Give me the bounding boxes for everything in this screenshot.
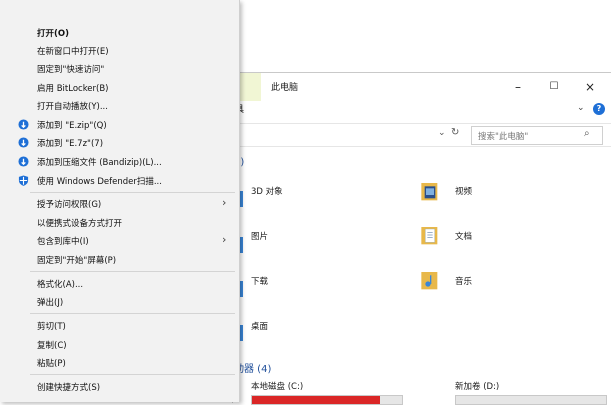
submenu-arrow-icon: ›	[222, 233, 227, 246]
music-folder-icon	[421, 272, 438, 290]
search-placeholder: 搜索"此电脑"	[478, 132, 529, 142]
refresh-icon[interactable]: ↻	[451, 127, 459, 138]
drive-d-usage-bar	[455, 395, 607, 405]
menu-item-label: 固定到"快速访问"	[37, 65, 105, 75]
menu-item-label: 以便携式设备方式打开	[37, 219, 123, 229]
title-bar[interactable]: 此电脑 – ☐ ×	[233, 73, 611, 101]
menu-item-label: 打开(O)	[37, 29, 69, 39]
ribbon: 具 ⌄ ?	[233, 101, 611, 119]
drive-c-usage-fill	[252, 396, 380, 404]
menu-item-pin-start[interactable]: 固定到"开始"屏幕(P)	[0, 251, 239, 269]
menu-separator	[30, 271, 235, 272]
menu-item-label: 添加到 "E.7z"(7)	[37, 139, 104, 149]
menu-item-label: 授予访问权限(G)	[37, 200, 102, 210]
menu-item-copy[interactable]: 复制(C)	[0, 336, 239, 354]
menu-item-label: 在新窗口中打开(E)	[37, 47, 109, 57]
menu-item-label: 格式化(A)...	[37, 280, 84, 290]
menu-item-label: 添加到压缩文件 (Bandizip)(L)...	[37, 158, 162, 168]
menu-item-paste[interactable]: 粘贴(P)	[0, 354, 239, 372]
menu-separator	[30, 192, 235, 193]
menu-item-label: 添加到 "E.zip"(Q)	[37, 121, 107, 131]
address-row: ⌄ ↻ 搜索"此电脑" ⌕	[233, 123, 611, 147]
address-dropdown-icon[interactable]: ⌄	[438, 128, 446, 138]
menu-item-cut[interactable]: 剪切(T)	[0, 317, 239, 335]
menu-item-add-to-7z[interactable]: 添加到 "E.7z"(7)	[0, 134, 239, 152]
menu-item-open-as-portable[interactable]: 以便携式设备方式打开	[0, 214, 239, 232]
close-button[interactable]: ×	[575, 77, 605, 97]
explorer-window: 此电脑 – ☐ × 具 ⌄ ? ⌄ ↻ 搜索"此电脑" ⌕ 7) 3D 对象 视…	[232, 72, 611, 405]
search-icon[interactable]: ⌕	[584, 128, 590, 139]
menu-item-label: 打开自动播放(Y)...	[37, 102, 108, 112]
menu-separator	[30, 374, 235, 375]
drive-c-label[interactable]: 本地磁盘 (C:)	[251, 380, 303, 392]
context-menu: 打开(O) 在新窗口中打开(E) 固定到"快速访问" 启用 BitLocker(…	[0, 0, 240, 402]
help-icon[interactable]: ?	[593, 103, 605, 115]
menu-item-label: 复制(C)	[37, 341, 67, 351]
menu-item-label: 固定到"开始"屏幕(P)	[37, 256, 117, 266]
menu-item-add-to-zip[interactable]: 添加到 "E.zip"(Q)	[0, 116, 239, 134]
documents-folder-icon	[421, 227, 438, 245]
menu-item-defender-scan[interactable]: 使用 Windows Defender扫描...	[0, 172, 239, 190]
menu-item-grant-access[interactable]: 授予访问权限(G) ›	[0, 195, 239, 213]
drive-d-label[interactable]: 新加卷 (D:)	[455, 380, 499, 392]
menu-item-autoplay[interactable]: 打开自动播放(Y)...	[0, 97, 239, 115]
menu-item-enable-bitlocker[interactable]: 启用 BitLocker(B)	[0, 79, 239, 97]
bandizip-icon	[18, 137, 29, 148]
folder-music[interactable]: 音乐	[455, 275, 472, 287]
bandizip-icon	[18, 156, 29, 167]
menu-item-eject[interactable]: 弹出(J)	[0, 293, 239, 311]
menu-separator	[30, 313, 235, 314]
maximize-button[interactable]: ☐	[539, 77, 569, 97]
menu-item-format[interactable]: 格式化(A)...	[0, 275, 239, 293]
menu-item-open-new-window[interactable]: 在新窗口中打开(E)	[0, 42, 239, 60]
minimize-button[interactable]: –	[503, 77, 533, 97]
folder-desktop[interactable]: 桌面	[251, 320, 268, 332]
menu-item-pin-quick-access[interactable]: 固定到"快速访问"	[0, 60, 239, 78]
defender-shield-icon	[18, 175, 29, 186]
menu-item-label: 启用 BitLocker(B)	[37, 84, 109, 94]
folder-pictures[interactable]: 图片	[251, 230, 268, 242]
menu-item-label: 创建快捷方式(S)	[37, 383, 101, 393]
menu-item-add-to-archive[interactable]: 添加到压缩文件 (Bandizip)(L)...	[0, 153, 239, 171]
video-folder-icon	[421, 183, 438, 201]
search-input[interactable]: 搜索"此电脑" ⌕	[471, 126, 603, 145]
folder-videos[interactable]: 视频	[455, 185, 472, 197]
bandizip-icon	[18, 119, 29, 130]
menu-item-label: 剪切(T)	[37, 322, 66, 332]
ribbon-expand-icon[interactable]: ⌄	[577, 103, 585, 113]
menu-item-label: 弹出(J)	[37, 298, 64, 308]
menu-item-label: 包含到库中(I)	[37, 237, 89, 247]
menu-item-create-shortcut[interactable]: 创建快捷方式(S)	[0, 378, 239, 396]
submenu-arrow-icon: ›	[222, 196, 227, 209]
menu-item-open[interactable]: 打开(O)	[0, 24, 239, 42]
folder-documents[interactable]: 文档	[455, 230, 472, 242]
folder-3d-objects[interactable]: 3D 对象	[251, 185, 283, 197]
folder-downloads[interactable]: 下载	[251, 275, 268, 287]
drive-c-usage-bar	[251, 395, 403, 405]
menu-item-label: 使用 Windows Defender扫描...	[37, 177, 162, 187]
menu-item-label: 粘贴(P)	[37, 359, 66, 369]
window-title: 此电脑	[271, 83, 299, 93]
menu-item-include-in-library[interactable]: 包含到库中(I) ›	[0, 232, 239, 250]
